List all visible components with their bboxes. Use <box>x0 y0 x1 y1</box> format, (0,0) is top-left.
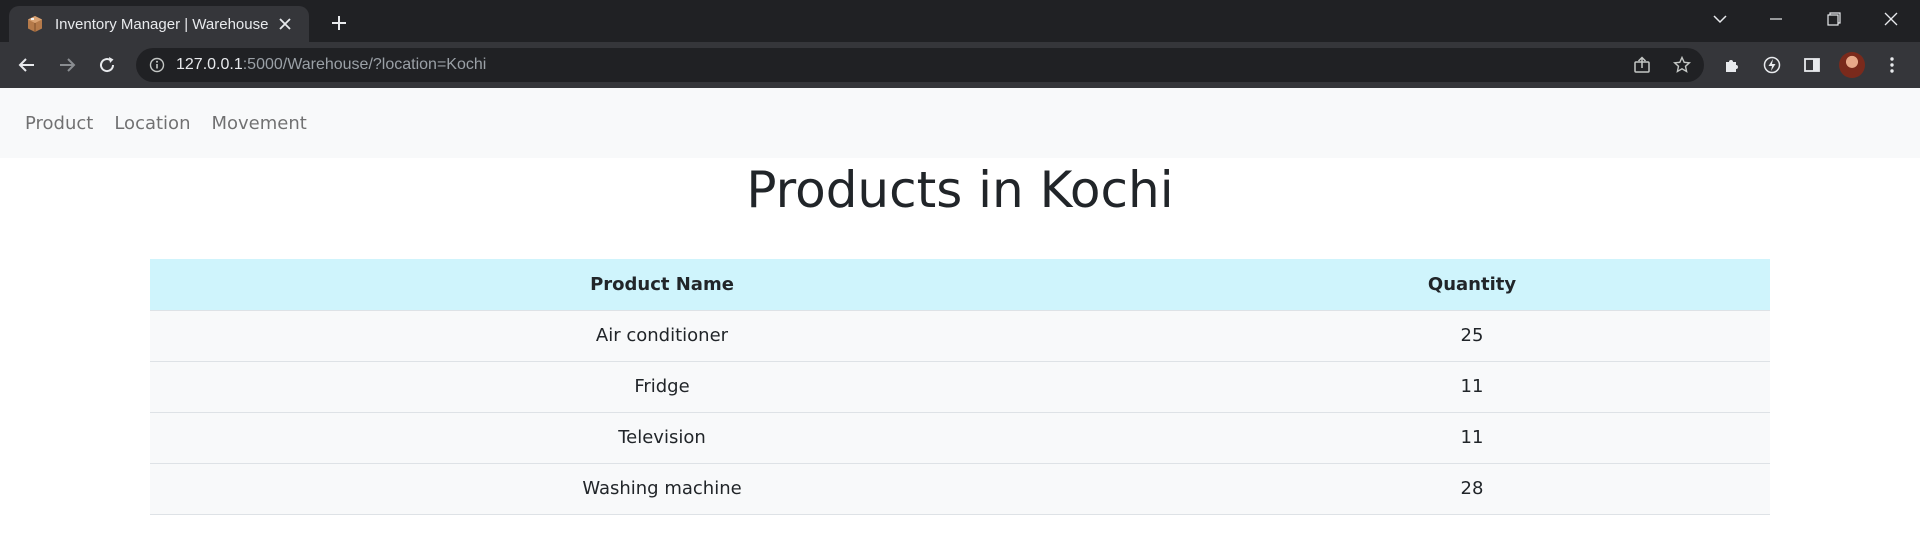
tab-title: Inventory Manager | Warehouse <box>55 15 269 33</box>
page-title: Products in Kochi <box>746 161 1174 219</box>
info-icon[interactable] <box>148 56 166 74</box>
menu-dots-icon[interactable] <box>1878 51 1906 79</box>
product-name-cell: Air conditioner <box>150 310 1174 362</box>
url-path: :5000/Warehouse/?location=Kochi <box>242 56 487 73</box>
chevron-down-icon[interactable] <box>1696 0 1744 38</box>
restore-icon[interactable] <box>1810 0 1858 38</box>
column-header-product-name: Product Name <box>150 259 1174 311</box>
browser-tabstrip: Inventory Manager | Warehouse <box>0 0 1920 42</box>
forward-arrow-icon[interactable] <box>53 51 81 79</box>
quantity-cell: 11 <box>1174 361 1770 413</box>
lightning-icon[interactable] <box>1758 51 1786 79</box>
table-row: Washing machine 28 <box>150 463 1770 515</box>
box-favicon-icon <box>25 14 45 34</box>
star-icon[interactable] <box>1668 51 1696 79</box>
top-navbar: Product Location Movement <box>0 88 1920 158</box>
address-bar[interactable]: 127.0.0.1:5000/Warehouse/?location=Kochi <box>136 48 1704 82</box>
nav-link-product[interactable]: Product <box>25 113 93 134</box>
profile-avatar[interactable] <box>1839 52 1865 78</box>
minimize-icon[interactable] <box>1752 0 1800 38</box>
url-text: 127.0.0.1:5000/Warehouse/?location=Kochi <box>176 56 486 74</box>
url-host: 127.0.0.1 <box>176 56 243 73</box>
column-header-quantity: Quantity <box>1174 259 1770 311</box>
close-icon[interactable] <box>273 12 297 36</box>
product-name-cell: Fridge <box>150 361 1174 413</box>
quantity-cell: 11 <box>1174 412 1770 464</box>
table-row: Television 11 <box>150 412 1770 464</box>
table-header-row: Product Name Quantity <box>150 259 1770 311</box>
table-row: Air conditioner 25 <box>150 310 1770 362</box>
plus-icon[interactable] <box>325 9 353 37</box>
quantity-cell: 25 <box>1174 310 1770 362</box>
page-content: Product Location Movement Products in Ko… <box>0 88 1920 534</box>
reload-icon[interactable] <box>93 51 121 79</box>
browser-toolbar: 127.0.0.1:5000/Warehouse/?location=Kochi <box>0 42 1920 88</box>
nav-link-location[interactable]: Location <box>114 113 190 134</box>
product-name-cell: Television <box>150 412 1174 464</box>
quantity-cell: 28 <box>1174 463 1770 515</box>
puzzle-icon[interactable] <box>1718 51 1746 79</box>
table-row: Fridge 11 <box>150 361 1770 413</box>
nav-link-movement[interactable]: Movement <box>211 113 306 134</box>
products-table: Product Name Quantity Air conditioner 25… <box>150 259 1770 515</box>
close-window-icon[interactable] <box>1867 0 1915 38</box>
sidebar-icon[interactable] <box>1798 51 1826 79</box>
back-arrow-icon[interactable] <box>13 51 41 79</box>
product-name-cell: Washing machine <box>150 463 1174 515</box>
share-icon[interactable] <box>1628 51 1656 79</box>
browser-tab[interactable]: Inventory Manager | Warehouse <box>9 6 309 42</box>
